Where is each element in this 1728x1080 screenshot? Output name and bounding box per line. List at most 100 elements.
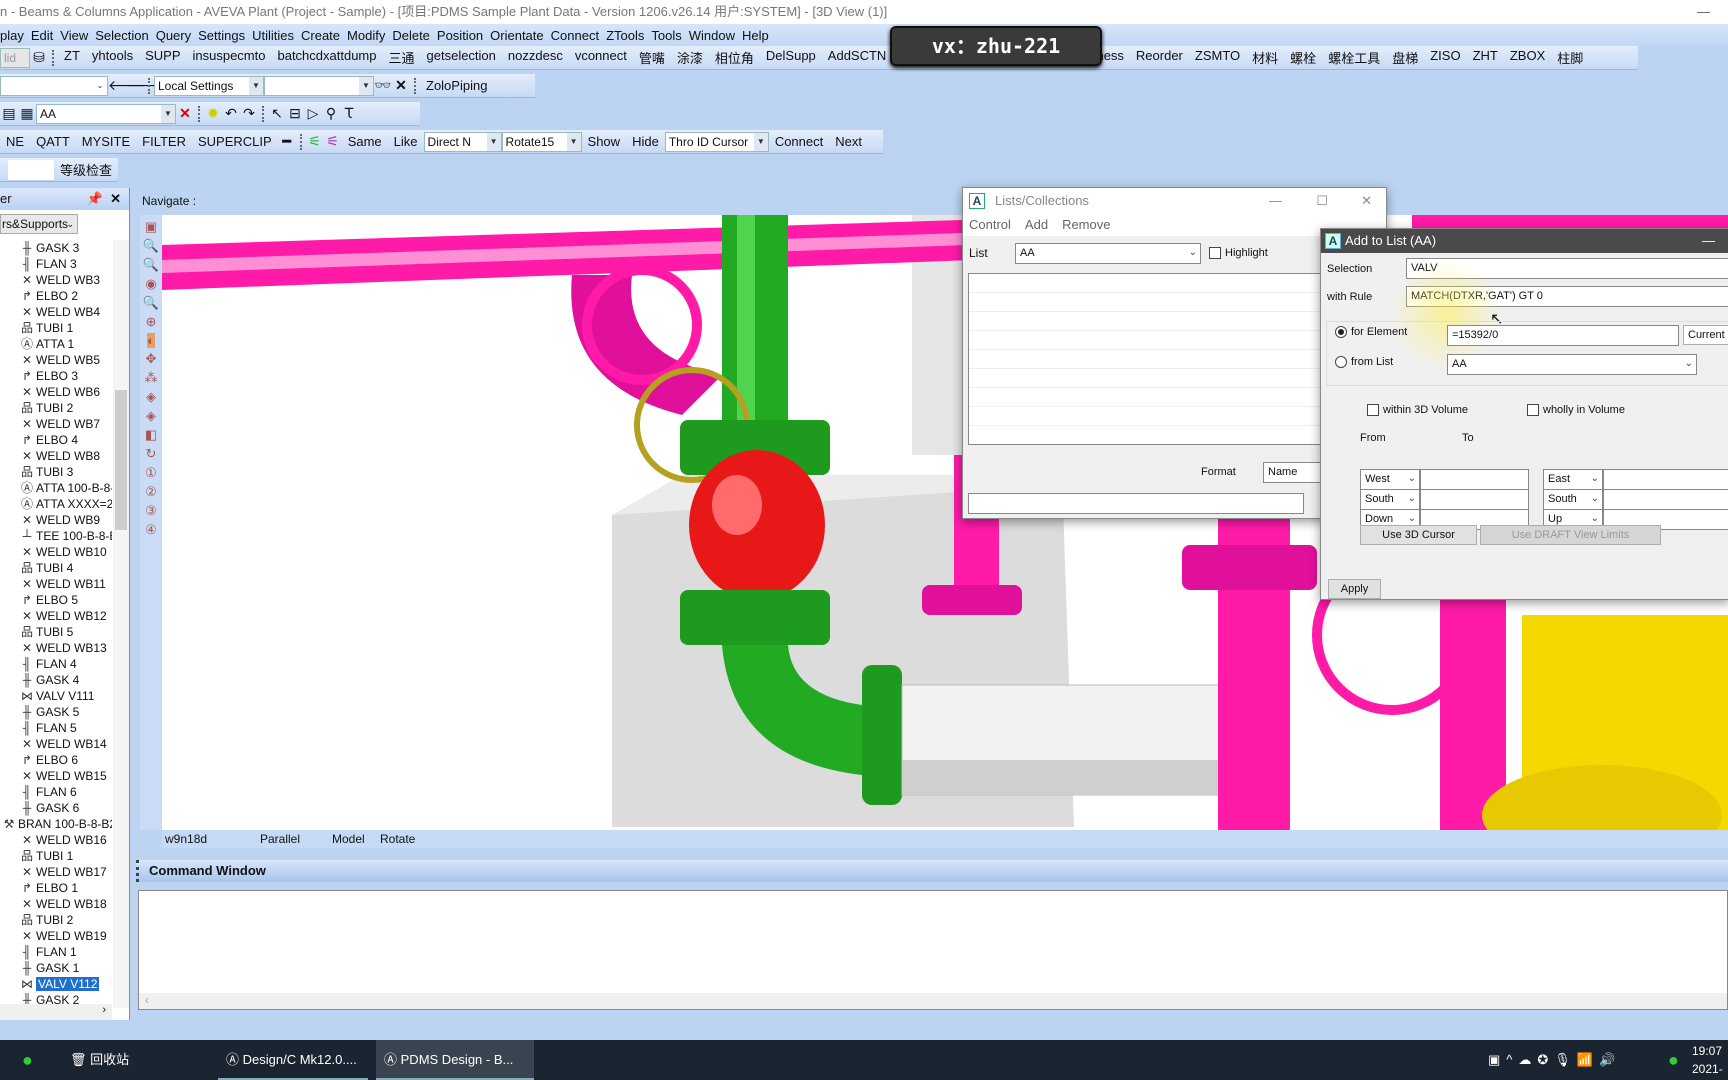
tree-item[interactable]: ╫ GASK 3 [0, 240, 112, 256]
tree-item[interactable]: ╫ GASK 5 [0, 704, 112, 720]
tree-item[interactable]: 品 TUBI 2 [0, 912, 112, 928]
toolbar-button[interactable]: 螺栓工具 [1322, 48, 1386, 67]
tree-item[interactable]: 品 TUBI 2 [0, 400, 112, 416]
from-direction-select[interactable]: West ⌄ [1360, 469, 1420, 490]
coordinate-input[interactable] [1420, 489, 1529, 510]
menu-help[interactable]: Help [742, 28, 775, 43]
zoom-in-icon[interactable]: ⊕ [146, 314, 157, 330]
pin-icon[interactable]: 📌 [87, 188, 103, 210]
menu-orientate[interactable]: Orientate [490, 28, 549, 43]
direct-combo[interactable]: Direct N ▼ [423, 131, 502, 152]
tree-item[interactable]: ↱ ELBO 1 [0, 880, 112, 896]
menu-delete[interactable]: Delete [392, 28, 436, 43]
refresh-icon[interactable]: ↻ [146, 446, 157, 462]
pan-icon[interactable]: ✥ [146, 351, 157, 367]
redo-icon[interactable]: ↷ [240, 105, 258, 122]
toolbar-button[interactable]: ZSMTO [1189, 48, 1246, 67]
tree-item[interactable]: ✕ WELD WB7 [0, 416, 112, 432]
from-direction-select[interactable]: South ⌄ [1360, 489, 1420, 510]
camera-1-icon[interactable]: ① [145, 465, 157, 481]
back-icon[interactable]: 🡐 [108, 77, 146, 94]
tree-item[interactable]: ⋈ VALV V111 [0, 688, 112, 704]
explorer-filter-combo[interactable]: rs&Supports ⌄ [0, 214, 78, 234]
mode-combo[interactable]: lid [0, 47, 30, 68]
menu-edit[interactable]: Edit [31, 28, 59, 43]
toolbar-button-connect[interactable]: Connect [769, 134, 829, 149]
tree-item[interactable]: ⋈ VALV V112 [0, 976, 112, 992]
minimize-button[interactable]: — [1269, 188, 1282, 214]
binoculars-icon[interactable]: 👓 [374, 77, 392, 94]
list-select[interactable]: AA ⌄ [1015, 243, 1201, 264]
menu-window[interactable]: Window [689, 28, 741, 43]
tree-item[interactable]: ✕ WELD WB10 [0, 544, 112, 560]
clock-time[interactable]: 19:07 [1692, 1044, 1722, 1058]
element-combo[interactable]: ⌄ [0, 75, 108, 96]
tree-item[interactable]: ↱ ELBO 6 [0, 752, 112, 768]
tree-item[interactable]: Ⓐ ATTA XXXX=21 [0, 496, 112, 512]
tree-item[interactable]: ╫ GASK 1 [0, 960, 112, 976]
minus-icon[interactable]: ━ [278, 133, 296, 150]
tree-item[interactable]: 品 TUBI 3 [0, 464, 112, 480]
toolbar-button[interactable]: ZISO [1424, 48, 1466, 67]
toolbar-button[interactable]: DelSupp [760, 48, 822, 67]
tree-item[interactable]: ╢ FLAN 1 [0, 944, 112, 960]
toolbar-button-hide[interactable]: Hide [626, 134, 665, 149]
taskbar-recycle-bin[interactable]: 🗑 回收站 [62, 1040, 172, 1080]
rule-input[interactable]: MATCH(DTXR,'GAT') GT 0 [1406, 286, 1728, 307]
minimize-button[interactable]: — [1697, 0, 1710, 24]
toolbar-button[interactable]: AddSCTN [822, 48, 893, 67]
grade-check-button[interactable]: 等级检查 [54, 160, 118, 179]
highlight-icon[interactable]: ✹ [204, 105, 222, 122]
toolbar-button[interactable]: 盘梯 [1386, 48, 1424, 67]
command-horizontal-scrollbar[interactable]: ‹ [139, 993, 1727, 1009]
command-window-output[interactable]: ‹ [138, 890, 1728, 1010]
toolbar-button[interactable]: batchcdxattdump [271, 48, 382, 67]
toolbar-button[interactable]: 柱脚 [1551, 48, 1589, 67]
rotate-combo[interactable]: Rotate15 ▼ [501, 131, 582, 152]
wechat-icon[interactable]: ● [14, 1040, 33, 1080]
toolbar-button[interactable]: 管嘴 [633, 48, 671, 67]
tree-item[interactable]: ╢ FLAN 5 [0, 720, 112, 736]
menu-remove[interactable]: Remove [1062, 217, 1110, 232]
menu-connect[interactable]: Connect [551, 28, 605, 43]
menu-selection[interactable]: Selection [95, 28, 154, 43]
toolbar-button-qatt[interactable]: QATT [30, 134, 76, 149]
pointer-icon[interactable]: ↖ [268, 105, 286, 122]
tree-item[interactable]: 品 TUBI 1 [0, 848, 112, 864]
toolbar-button-ne[interactable]: NE [0, 134, 30, 149]
clock-date[interactable]: 2021- [1692, 1062, 1723, 1076]
tree-item[interactable]: ✕ WELD WB16 [0, 832, 112, 848]
toolbar-button-same[interactable]: Same [342, 134, 388, 149]
navigation-mode[interactable]: Rotate [380, 830, 415, 848]
tree-item[interactable]: ✕ WELD WB8 [0, 448, 112, 464]
select-icon[interactable]: ▣ [145, 219, 157, 235]
projection-mode[interactable]: Parallel [260, 830, 300, 848]
menu-create[interactable]: Create [301, 28, 346, 43]
tree-item[interactable]: 品 TUBI 1 [0, 320, 112, 336]
grade-input[interactable] [8, 159, 54, 180]
filter-icon[interactable]: ⚟ [306, 133, 324, 150]
tree-item[interactable]: ╢ FLAN 3 [0, 256, 112, 272]
toolbar-button-show[interactable]: Show [582, 134, 627, 149]
tree-item[interactable]: ✕ WELD WB13 [0, 640, 112, 656]
rotate-icon[interactable]: ◐ [147, 333, 155, 348]
security-icon[interactable]: ● [1660, 1040, 1679, 1080]
toolbar-button[interactable]: ZT [58, 48, 86, 67]
use-3d-cursor-button[interactable]: Use 3D Cursor [1360, 525, 1477, 545]
current-element-button[interactable]: Current E [1683, 325, 1728, 345]
menu-modify[interactable]: Modify [347, 28, 391, 43]
tree-item[interactable]: Ⓐ ATTA 1 [0, 336, 112, 352]
tree-item[interactable]: ✕ WELD WB4 [0, 304, 112, 320]
tree-item[interactable]: ✕ WELD WB14 [0, 736, 112, 752]
toolbar-button-filter[interactable]: FILTER [136, 134, 192, 149]
tree-item[interactable]: ┴ TEE 100-B-8-B [0, 528, 112, 544]
menu-play[interactable]: play [0, 28, 30, 43]
clip-ce-icon[interactable]: ◈ [146, 408, 156, 424]
walk-icon[interactable]: ⁂ [145, 370, 158, 386]
toolbar-button[interactable]: vconnect [569, 48, 633, 67]
database-icon[interactable]: ⛁ [30, 49, 48, 66]
tree-item[interactable]: ⚒ BRAN 100-B-8-B2 [0, 816, 112, 832]
apply-button[interactable]: Apply [1328, 579, 1381, 599]
from-list-radio[interactable] [1335, 356, 1347, 368]
highlight-checkbox[interactable] [1209, 247, 1221, 259]
